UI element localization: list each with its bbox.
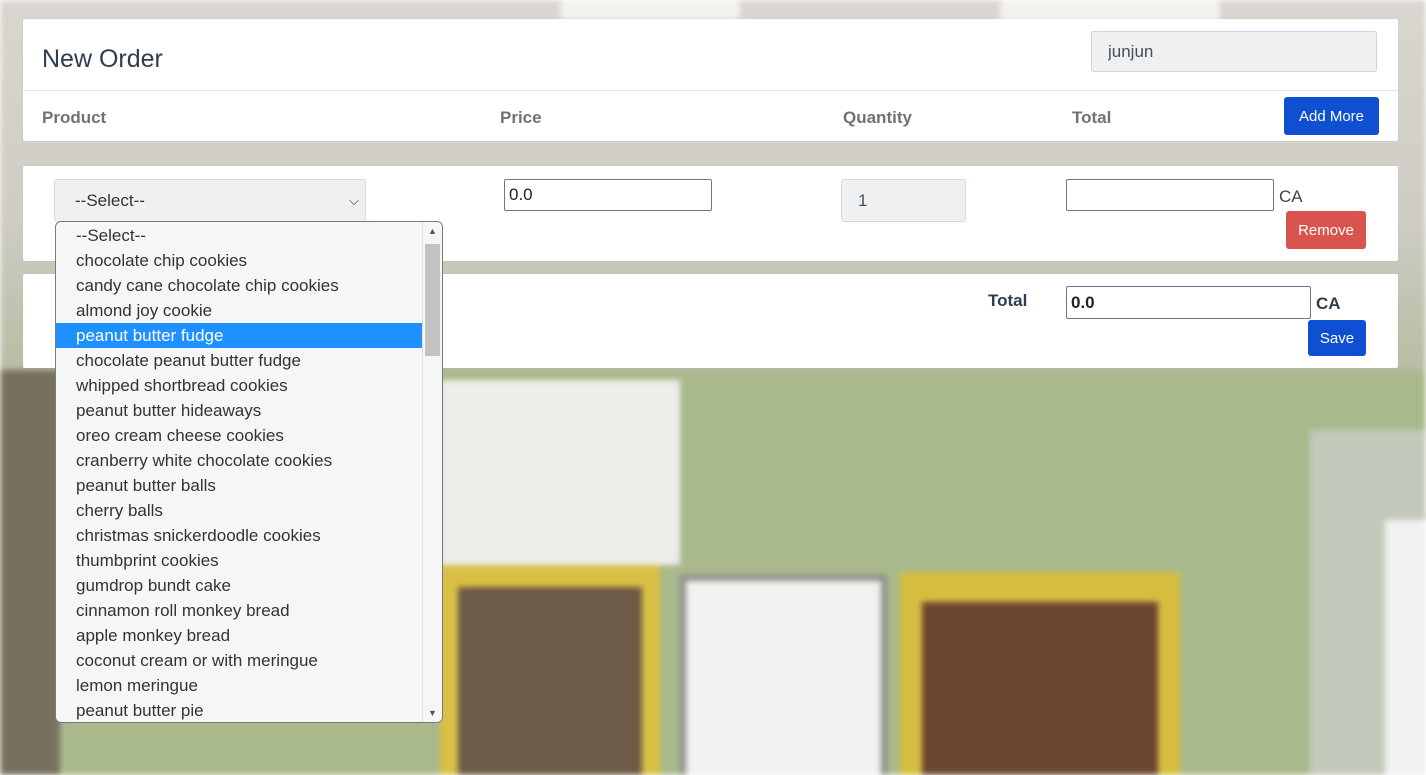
add-more-button[interactable]: Add More	[1284, 97, 1379, 135]
product-select-value: --Select--	[75, 191, 145, 210]
product-option[interactable]: almond joy cookie	[56, 298, 423, 323]
product-options: --Select-- chocolate chip cookies candy ca…	[56, 222, 423, 722]
dropdown-scrollbar[interactable]: ▲ ▼	[422, 222, 442, 722]
scrollbar-thumb[interactable]	[425, 244, 440, 356]
customer-name-field[interactable]	[1091, 31, 1377, 72]
product-option[interactable]: peanut butter hideaways	[56, 398, 423, 423]
product-option[interactable]: gumdrop bundt cake	[56, 573, 423, 598]
product-option[interactable]: --Select--	[56, 223, 423, 248]
save-button[interactable]: Save	[1308, 320, 1366, 356]
line-currency-label: CA	[1279, 187, 1303, 206]
product-select[interactable]: --Select-- ⌵	[54, 179, 366, 222]
column-header-quantity: Quantity	[843, 108, 912, 127]
product-option[interactable]: whipped shortbread cookies	[56, 373, 423, 398]
product-option[interactable]: peanut butter fudge	[56, 323, 423, 348]
product-option[interactable]: apple monkey bread	[56, 623, 423, 648]
grand-total-currency: CA	[1316, 294, 1341, 313]
remove-button[interactable]: Remove	[1286, 211, 1366, 249]
quantity-input[interactable]	[841, 179, 966, 222]
product-option[interactable]: cinnamon roll monkey bread	[56, 598, 423, 623]
line-total-input[interactable]	[1066, 179, 1274, 211]
product-option[interactable]: christmas snickerdoodle cookies	[56, 523, 423, 548]
product-option[interactable]: cherry balls	[56, 498, 423, 523]
product-option[interactable]: coconut cream or with meringue	[56, 648, 423, 673]
grand-total-label: Total	[988, 291, 1028, 310]
scroll-down-icon[interactable]: ▼	[428, 708, 437, 718]
product-option[interactable]: chocolate peanut butter fudge	[56, 348, 423, 373]
product-option[interactable]: peanut butter pie	[56, 698, 423, 722]
product-option[interactable]: lemon meringue	[56, 673, 423, 698]
product-option[interactable]: oreo cream cheese cookies	[56, 423, 423, 448]
column-header-total: Total	[1072, 108, 1112, 127]
product-dropdown-list[interactable]: --Select-- chocolate chip cookies candy ca…	[55, 221, 443, 723]
order-header-card: New Order Product Price Quantity Total A…	[23, 19, 1398, 141]
column-header-price: Price	[500, 108, 542, 127]
product-option[interactable]: cranberry white chocolate cookies	[56, 448, 423, 473]
product-option[interactable]: candy cane chocolate chip cookies	[56, 273, 423, 298]
header-divider	[23, 90, 1398, 91]
scroll-up-icon[interactable]: ▲	[428, 226, 437, 236]
page-title: New Order	[42, 45, 163, 73]
chevron-down-icon: ⌵	[349, 193, 359, 208]
price-input[interactable]	[504, 179, 712, 211]
grand-total-input[interactable]	[1066, 286, 1311, 319]
column-header-product: Product	[42, 108, 107, 127]
product-option[interactable]: chocolate chip cookies	[56, 248, 423, 273]
product-option[interactable]: peanut butter balls	[56, 473, 423, 498]
product-option[interactable]: thumbprint cookies	[56, 548, 423, 573]
